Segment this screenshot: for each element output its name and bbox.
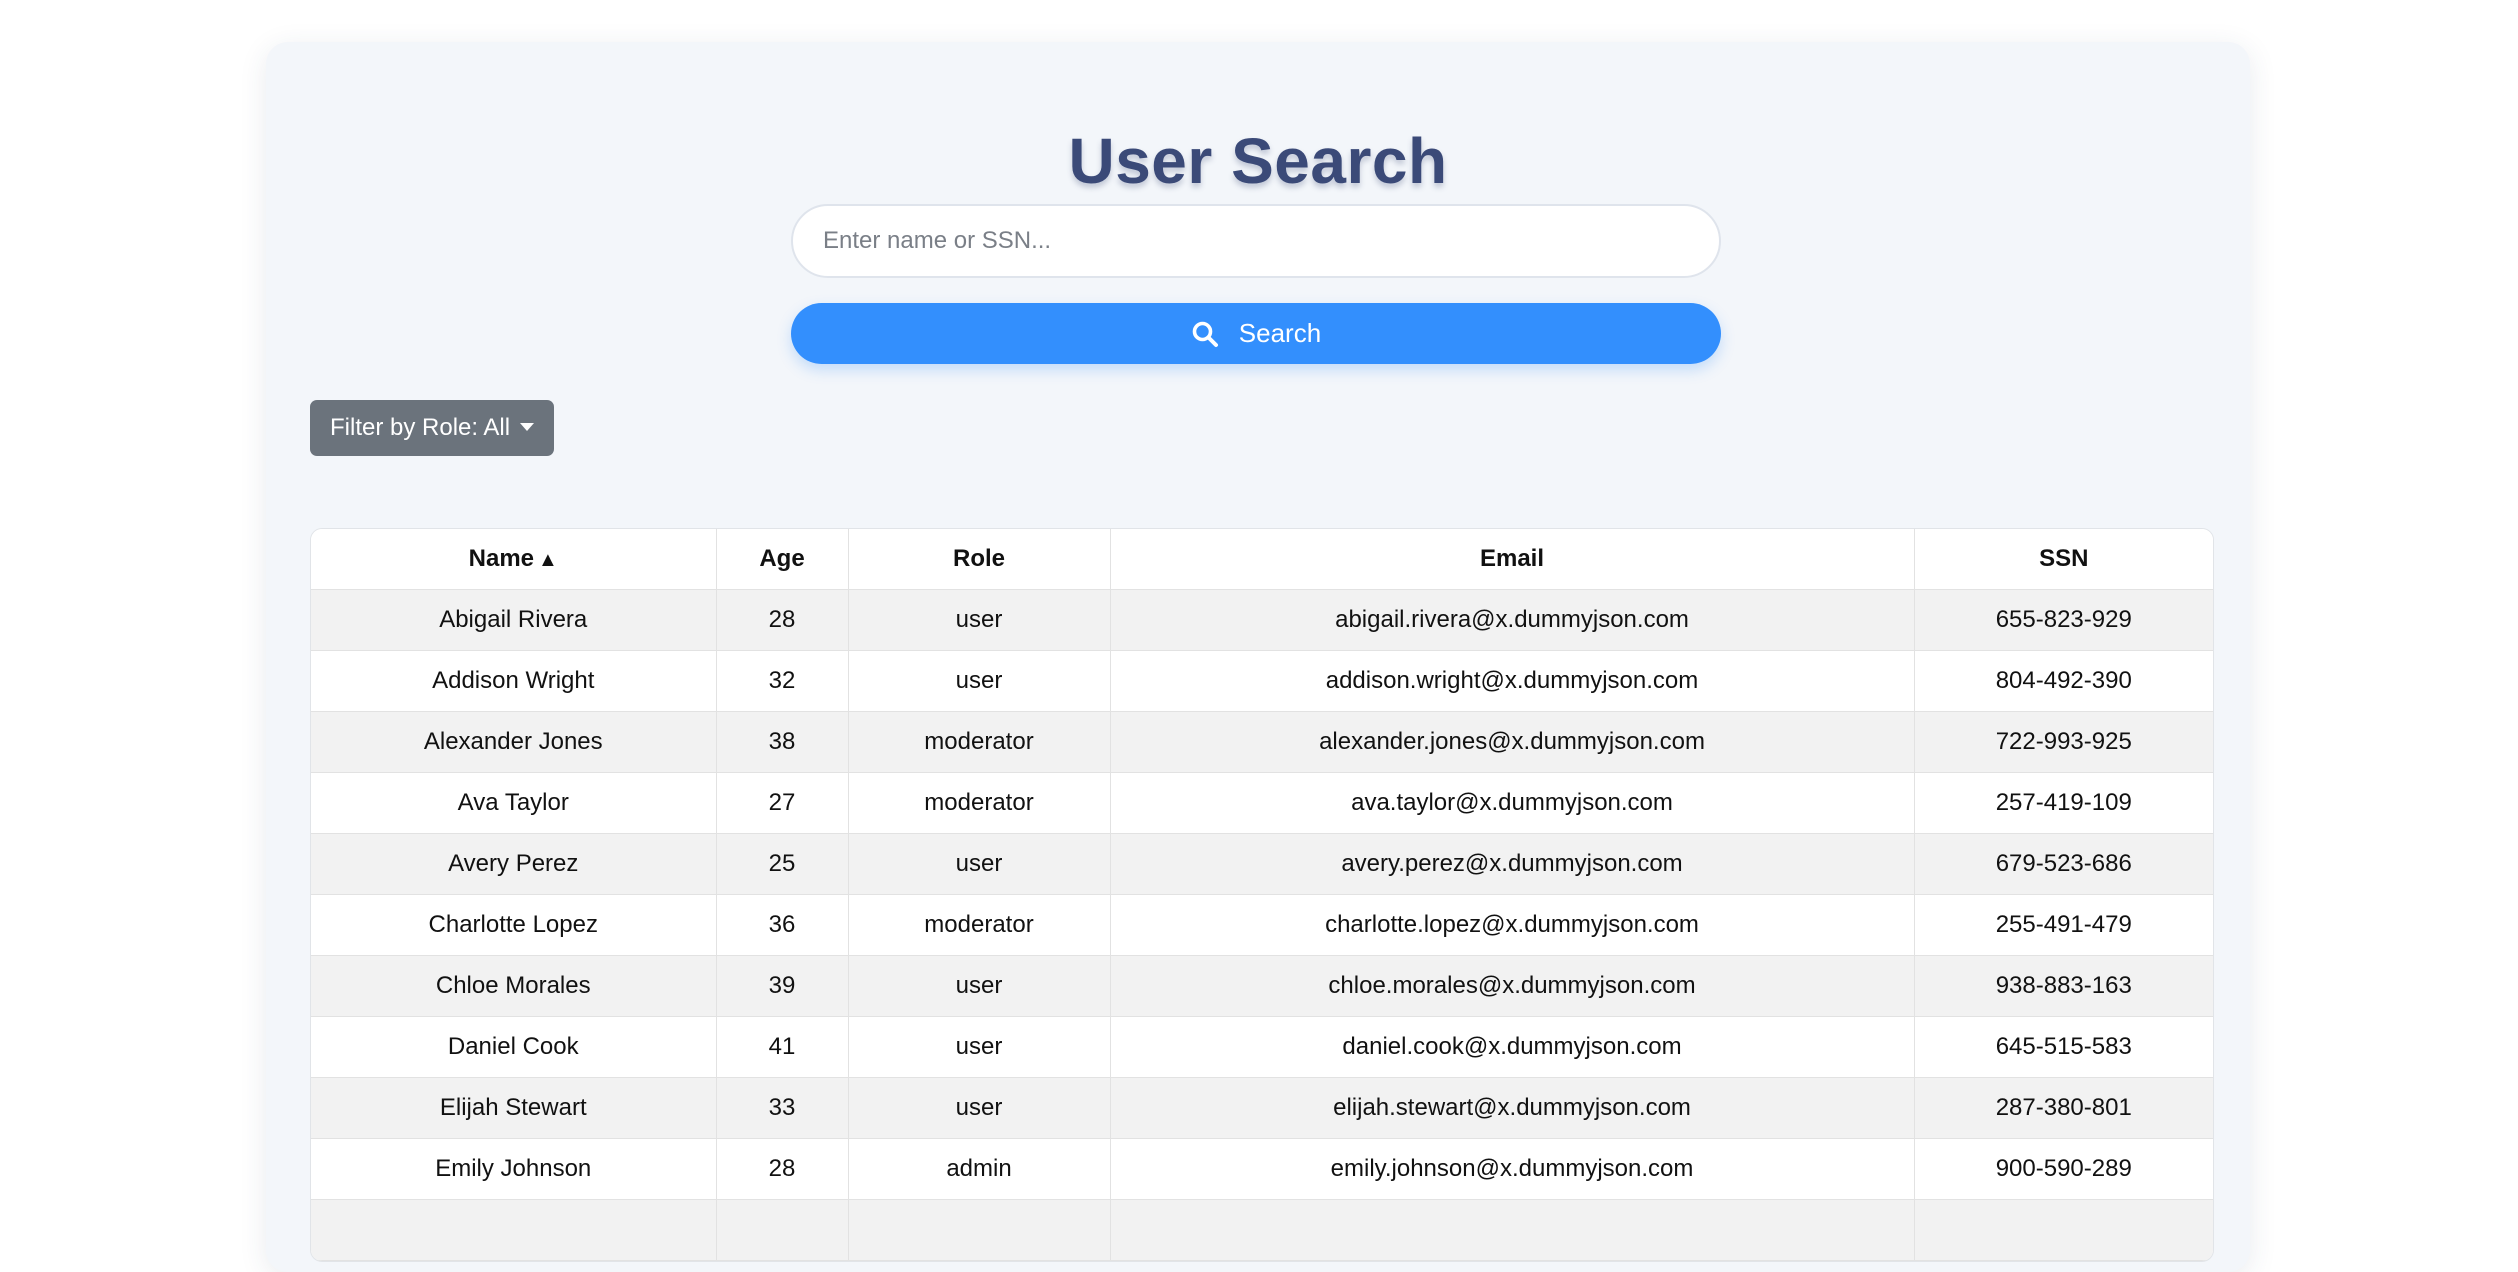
cell-email: emily.johnson@x.dummyjson.com bbox=[1110, 1138, 1915, 1200]
cell-role: moderator bbox=[848, 772, 1111, 834]
cell-role: user bbox=[848, 1016, 1111, 1078]
search-button-label: Search bbox=[1238, 318, 1322, 348]
table-row: Avery Perez 25 user avery.perez@x.dummyj… bbox=[311, 833, 2213, 895]
search-button[interactable]: Search bbox=[791, 303, 1721, 364]
cell-age: 28 bbox=[716, 1138, 849, 1200]
column-header-name[interactable]: Name ▲ bbox=[311, 529, 717, 590]
cell-age: 41 bbox=[716, 1016, 849, 1078]
role-filter-label: Filter by Role: All bbox=[330, 414, 511, 441]
table-row: Ava Taylor 27 moderator ava.taylor@x.dum… bbox=[311, 772, 2213, 834]
cell-role: user bbox=[848, 833, 1111, 895]
cell-role: moderator bbox=[848, 894, 1111, 956]
cell-age: 39 bbox=[716, 955, 849, 1017]
cell-name: Addison Wright bbox=[311, 650, 717, 712]
table-row: Charlotte Lopez 36 moderator charlotte.l… bbox=[311, 894, 2213, 956]
cell-ssn: 655-823-929 bbox=[1914, 589, 2213, 651]
caret-down-icon bbox=[520, 423, 535, 431]
cell-role: admin bbox=[848, 1138, 1111, 1200]
column-header-email[interactable]: Email bbox=[1110, 529, 1915, 590]
table-row: Emily Johnson 28 admin emily.johnson@x.d… bbox=[311, 1138, 2213, 1200]
search-icon bbox=[1191, 320, 1219, 348]
cell-role: user bbox=[848, 1077, 1111, 1139]
table-row: Daniel Cook 41 user daniel.cook@x.dummyj… bbox=[311, 1016, 2213, 1078]
table-row: Chloe Morales 39 user chloe.morales@x.du… bbox=[311, 955, 2213, 1017]
column-header-ssn[interactable]: SSN bbox=[1914, 529, 2213, 590]
cell-age: 36 bbox=[716, 894, 849, 956]
cell-ssn: 255-491-479 bbox=[1914, 894, 2213, 956]
cell-name: Avery Perez bbox=[311, 833, 717, 895]
cell-name: Ava Taylor bbox=[311, 772, 717, 834]
cell-ssn: 804-492-390 bbox=[1914, 650, 2213, 712]
user-search-card: User Search Search Filter by Role: All bbox=[266, 42, 2250, 1272]
cell-email: alexander.jones@x.dummyjson.com bbox=[1110, 711, 1915, 773]
role-filter-dropdown[interactable]: Filter by Role: All bbox=[310, 400, 555, 456]
table-row: Alexander Jones 38 moderator alexander.j… bbox=[311, 711, 2213, 773]
table-header-row: Name ▲ Age Role Email SSN bbox=[311, 529, 2213, 590]
table-row bbox=[311, 1199, 2213, 1261]
cell-name: Emily Johnson bbox=[311, 1138, 717, 1200]
cell-name bbox=[311, 1199, 717, 1261]
cell-name: Charlotte Lopez bbox=[311, 894, 717, 956]
cell-ssn: 900-590-289 bbox=[1914, 1138, 2213, 1200]
cell-email bbox=[1110, 1199, 1915, 1261]
cell-ssn: 938-883-163 bbox=[1914, 955, 2213, 1017]
cell-role: user bbox=[848, 589, 1111, 651]
table-row: Elijah Stewart 33 user elijah.stewart@x.… bbox=[311, 1077, 2213, 1139]
table-row: Addison Wright 32 user addison.wright@x.… bbox=[311, 650, 2213, 712]
cell-ssn: 722-993-925 bbox=[1914, 711, 2213, 773]
cell-role: user bbox=[848, 650, 1111, 712]
column-header-role[interactable]: Role bbox=[848, 529, 1111, 590]
users-table: Name ▲ Age Role Email SSN Abigail Rivera … bbox=[310, 528, 2214, 1262]
cell-email: charlotte.lopez@x.dummyjson.com bbox=[1110, 894, 1915, 956]
cell-name: Abigail Rivera bbox=[311, 589, 717, 651]
table-row: Abigail Rivera 28 user abigail.rivera@x.… bbox=[311, 589, 2213, 651]
cell-email: elijah.stewart@x.dummyjson.com bbox=[1110, 1077, 1915, 1139]
cell-name: Alexander Jones bbox=[311, 711, 717, 773]
cell-name: Chloe Morales bbox=[311, 955, 717, 1017]
cell-ssn bbox=[1914, 1199, 2213, 1261]
cell-email: avery.perez@x.dummyjson.com bbox=[1110, 833, 1915, 895]
page-title: User Search bbox=[1068, 125, 1448, 197]
cell-role bbox=[848, 1199, 1111, 1261]
search-input[interactable] bbox=[791, 204, 1721, 278]
cell-email: chloe.morales@x.dummyjson.com bbox=[1110, 955, 1915, 1017]
cell-ssn: 679-523-686 bbox=[1914, 833, 2213, 895]
cell-email: ava.taylor@x.dummyjson.com bbox=[1110, 772, 1915, 834]
cell-age bbox=[716, 1199, 849, 1261]
cell-age: 25 bbox=[716, 833, 849, 895]
cell-role: moderator bbox=[848, 711, 1111, 773]
cell-ssn: 257-419-109 bbox=[1914, 772, 2213, 834]
cell-age: 32 bbox=[716, 650, 849, 712]
cell-name: Elijah Stewart bbox=[311, 1077, 717, 1139]
cell-age: 27 bbox=[716, 772, 849, 834]
cell-age: 33 bbox=[716, 1077, 849, 1139]
cell-ssn: 645-515-583 bbox=[1914, 1016, 2213, 1078]
cell-email: daniel.cook@x.dummyjson.com bbox=[1110, 1016, 1915, 1078]
cell-ssn: 287-380-801 bbox=[1914, 1077, 2213, 1139]
cell-email: abigail.rivera@x.dummyjson.com bbox=[1110, 589, 1915, 651]
cell-role: user bbox=[848, 955, 1111, 1017]
sort-ascending-icon: ▲ bbox=[538, 549, 558, 571]
column-header-age[interactable]: Age bbox=[716, 529, 849, 590]
cell-email: addison.wright@x.dummyjson.com bbox=[1110, 650, 1915, 712]
cell-name: Daniel Cook bbox=[311, 1016, 717, 1078]
cell-age: 28 bbox=[716, 589, 849, 651]
cell-age: 38 bbox=[716, 711, 849, 773]
